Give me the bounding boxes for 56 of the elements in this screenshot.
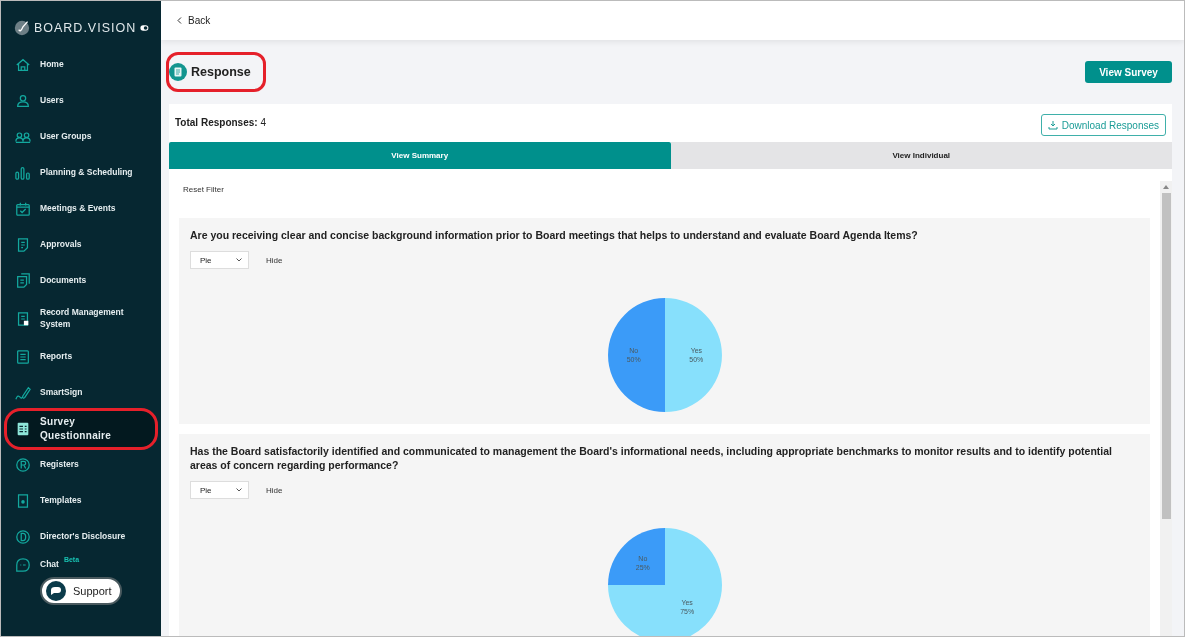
- sidebar-item[interactable]: Director's Disclosure: [7, 519, 155, 555]
- sidebar-item[interactable]: Approvals: [7, 227, 155, 263]
- sidebar-item[interactable]: Registers: [7, 447, 155, 483]
- survey-icon: [169, 63, 187, 81]
- tab[interactable]: View Individual: [670, 142, 1172, 169]
- scroll-up-icon[interactable]: [1163, 185, 1169, 189]
- sidebar-item[interactable]: Planning & Scheduling: [7, 155, 155, 191]
- checklist-icon: [15, 421, 31, 437]
- view-survey-button[interactable]: View Survey: [1085, 61, 1172, 83]
- question-text: Are you receiving clear and concise background information prior to Board meetings that helps to understand and evaluate Board Agenda Items?: [190, 228, 919, 243]
- logo-icon: [14, 18, 30, 38]
- hide-link[interactable]: Hide: [266, 485, 283, 495]
- circled-r-icon: [15, 457, 31, 473]
- chat-icon: [46, 581, 66, 601]
- scroll-thumb[interactable]: [1161, 193, 1171, 519]
- logo-text: BOARD.VISION: [33, 21, 137, 35]
- chat-bubble-icon: [15, 557, 31, 573]
- pen-icon: [15, 385, 31, 401]
- chart-type-select[interactable]: Pie: [190, 251, 249, 270]
- question-text: Has the Board satisfactorily identified and communicated to management the Board's informational needs, including appropriate benchmarks to monitor results and to identify potential areas of concern regarding performance?: [190, 444, 1113, 473]
- hide-link[interactable]: Hide: [266, 255, 283, 265]
- user-icon: [15, 93, 31, 109]
- list-icon: [15, 349, 31, 365]
- bar-chart-icon: [15, 165, 31, 181]
- sidebar-item[interactable]: Reports: [7, 339, 155, 375]
- sidebar-item[interactable]: Meetings & Events: [7, 191, 155, 227]
- document-icon: [15, 237, 31, 253]
- sidebar-item[interactable]: Home: [7, 47, 155, 83]
- documents-icon: [15, 273, 31, 289]
- toggle-icon[interactable]: [140, 24, 149, 32]
- sidebar-item[interactable]: Record Management System: [7, 299, 155, 339]
- download-icon: [1047, 120, 1058, 130]
- download-button[interactable]: Download Responses: [1040, 114, 1166, 136]
- chevron-left-icon[interactable]: [177, 17, 182, 24]
- file-icon: [15, 493, 31, 509]
- chart-type-select[interactable]: Pie: [190, 481, 249, 500]
- total-responses: Total Responses: 4: [175, 117, 266, 128]
- caret-icon: [236, 258, 242, 263]
- scrollbar[interactable]: [1160, 181, 1172, 636]
- home-icon: [15, 57, 31, 73]
- support-button[interactable]: Support: [40, 577, 122, 605]
- back-link[interactable]: Back: [188, 15, 211, 26]
- caret-icon: [236, 488, 242, 493]
- calendar-icon: [15, 201, 31, 217]
- sidebar-item[interactable]: Users: [7, 83, 155, 119]
- circled-d-icon: [15, 529, 31, 545]
- page-title: Response: [166, 52, 266, 92]
- sidebar-item[interactable]: SmartSign: [7, 375, 155, 411]
- sidebar-item[interactable]: User Groups: [7, 119, 155, 155]
- document-icon: [15, 311, 31, 327]
- tab[interactable]: View Summary: [169, 142, 671, 169]
- sidebar-item[interactable]: Documents: [7, 263, 155, 299]
- sidebar-item[interactable]: Templates: [7, 483, 155, 519]
- reset-filter-link[interactable]: Reset Filter: [183, 185, 224, 194]
- sidebar-item[interactable]: Survey Questionnaire: [7, 411, 155, 447]
- users-icon: [15, 129, 31, 145]
